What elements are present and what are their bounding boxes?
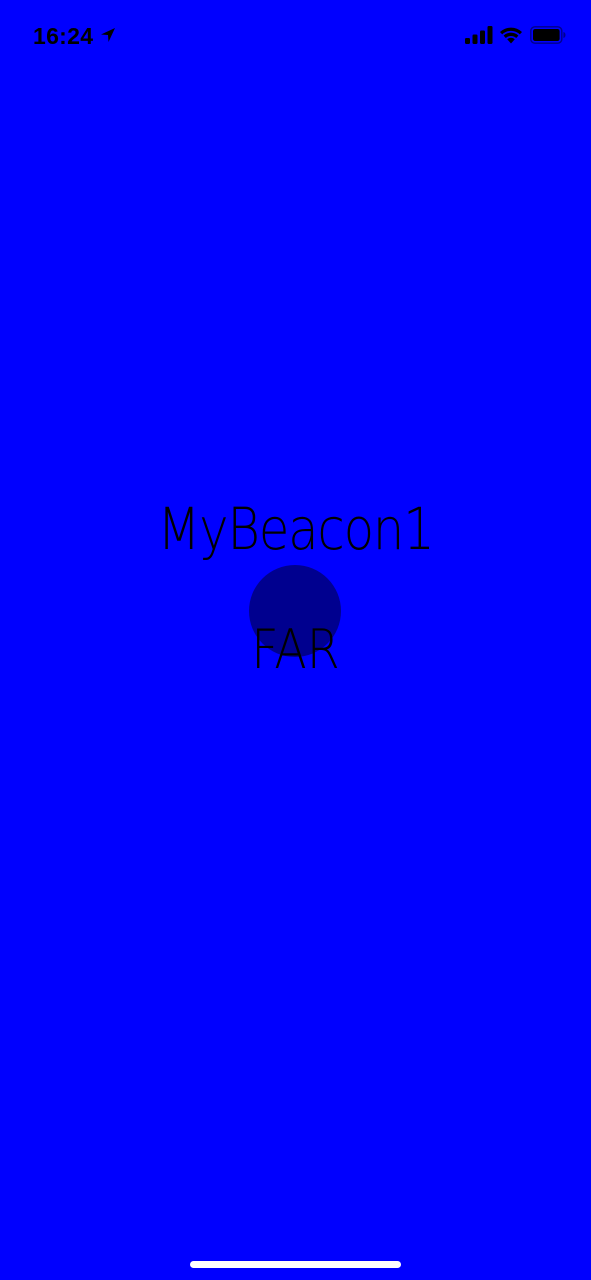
app-screen: 16:24 MyBeacon1 FAR <box>0 0 591 1280</box>
battery-icon <box>530 26 566 44</box>
status-bar: 16:24 <box>0 0 591 72</box>
proximity-label: FAR <box>251 618 340 681</box>
home-indicator[interactable] <box>190 1261 401 1268</box>
wifi-icon <box>500 27 522 44</box>
cellular-signal-icon <box>465 26 493 44</box>
location-arrow-icon <box>101 28 115 42</box>
status-time: 16:24 <box>33 23 94 49</box>
beacon-name: MyBeacon1 <box>157 495 434 563</box>
